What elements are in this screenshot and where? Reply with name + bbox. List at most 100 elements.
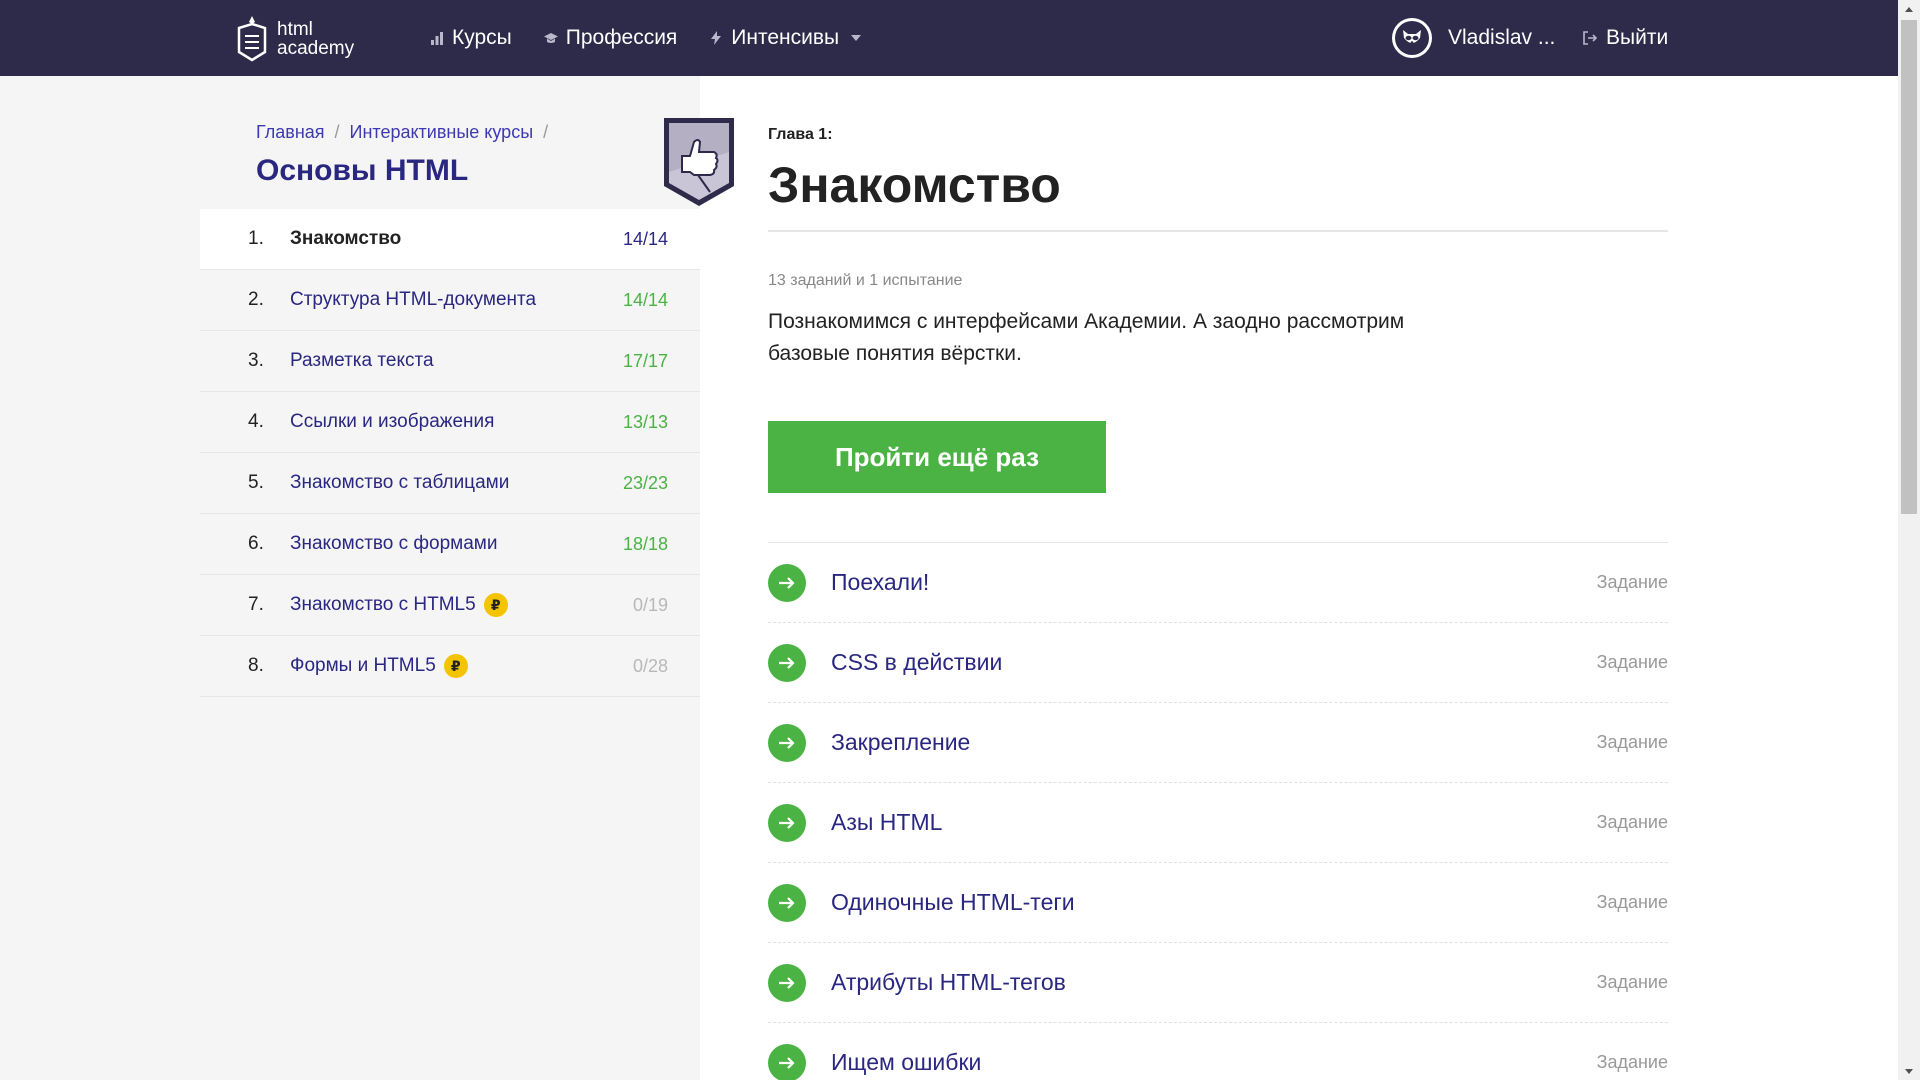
task-row[interactable]: Ищем ошибки Задание (768, 1023, 1668, 1080)
task-type: Задание (1596, 972, 1668, 992)
chapter-item[interactable]: 4. Ссылки и изображения 13/13 (200, 392, 700, 453)
breadcrumb-separator: / (334, 122, 340, 142)
chapter-item[interactable]: 2. Структура HTML-документа 14/14 (200, 270, 700, 331)
chapter-title: Ссылки и изображения (290, 411, 495, 432)
task-title: Азы HTML (831, 809, 943, 835)
chapter-number: 7. (248, 594, 264, 615)
chapter-item[interactable]: 6. Знакомство с формами 18/18 (200, 514, 700, 575)
nav-intensives-label: Интенсивы (731, 26, 840, 49)
task-row[interactable]: Азы HTML Задание (768, 783, 1668, 863)
task-type: Задание (1596, 572, 1668, 592)
chapter-progress: 0/19 (632, 594, 668, 615)
breadcrumb-home[interactable]: Главная (256, 122, 325, 143)
chapter-number: 2. (248, 289, 264, 310)
chapter-progress: 14/14 (622, 289, 668, 310)
breadcrumb: Главная / Интерактивные курсы / (256, 122, 548, 143)
arrow-right-icon (768, 723, 806, 762)
task-title: Закрепление (831, 729, 971, 755)
course-sidebar: Главная / Интерактивные курсы / Основы H… (0, 76, 734, 1080)
logo-icon (237, 16, 267, 62)
arrow-right-icon (768, 1043, 806, 1080)
task-row[interactable]: Атрибуты HTML-тегов Задание (768, 943, 1668, 1023)
course-title: Основы HTML (256, 154, 469, 187)
task-type: Задание (1596, 1052, 1668, 1072)
chapter-label: Глава 1: (768, 126, 833, 143)
chapter-number: 6. (248, 533, 264, 554)
nav-courses-label: Курсы (452, 26, 512, 49)
logout-icon (1583, 31, 1598, 45)
chapter-progress: 0/28 (632, 655, 668, 676)
chapter-progress: 17/17 (622, 350, 668, 371)
user-menu[interactable]: Vladislav ... (1392, 18, 1555, 58)
divider (768, 230, 1668, 232)
scrollbar-thumb[interactable] (1901, 20, 1917, 514)
task-title: Поехали! (831, 569, 930, 595)
chapter-title: Знакомство с формами (290, 533, 498, 554)
task-type: Задание (1596, 892, 1668, 912)
task-list: Поехали! Задание CSS в действии Задание … (768, 542, 1668, 1080)
breadcrumb-separator: / (543, 122, 549, 142)
chapter-number: 4. (248, 411, 264, 432)
top-header: html academy Курсы Профессия Интенсивы V… (0, 0, 1898, 76)
nav-courses[interactable]: Курсы (430, 26, 512, 50)
arrow-right-icon (768, 963, 806, 1002)
chapter-list: 1. Знакомство 14/14 2. Структура HTML-до… (200, 209, 700, 697)
chapter-summary: 13 заданий и 1 испытание (768, 272, 963, 289)
nav-profession[interactable]: Профессия (543, 26, 678, 50)
chapter-number: 5. (248, 472, 264, 493)
nav-intensives[interactable]: Интенсивы (709, 26, 862, 50)
restart-chapter-button[interactable]: Пройти ещё раз (768, 421, 1106, 493)
lightning-icon (711, 31, 722, 45)
thumbs-up-shield-icon (664, 118, 734, 206)
scroll-down-arrow-icon[interactable] (1898, 1062, 1920, 1080)
chapter-title: Знакомство (290, 228, 402, 249)
chapter-item[interactable]: 1. Знакомство 14/14 (200, 209, 700, 270)
chapter-title: Знакомство с таблицами (290, 472, 510, 493)
logo-text-line2: academy (277, 38, 355, 59)
task-type: Задание (1596, 732, 1668, 752)
bars-icon (431, 32, 443, 45)
user-name: Vladislav ... (1448, 26, 1556, 49)
ruble-badge-icon: ₽ (483, 593, 508, 617)
chapter-item[interactable]: 7. Знакомство с HTML5 ₽ 0/19 (200, 575, 700, 636)
arrow-right-icon (768, 803, 806, 842)
task-row[interactable]: Поехали! Задание (768, 543, 1668, 623)
chapter-progress: 13/13 (622, 411, 668, 432)
chapter-progress: 18/18 (622, 533, 668, 554)
chapter-item[interactable]: 8. Формы и HTML5 ₽ 0/28 (200, 636, 700, 697)
task-title: Ищем ошибки (831, 1049, 982, 1075)
chapter-number: 8. (248, 655, 264, 676)
task-row[interactable]: Закрепление Задание (768, 703, 1668, 783)
breadcrumb-interactive-courses[interactable]: Интерактивные курсы (350, 122, 534, 143)
scroll-up-arrow-icon[interactable] (1898, 0, 1920, 18)
arrow-right-icon (768, 883, 806, 922)
arrow-right-icon (768, 563, 806, 602)
logout-button[interactable]: Выйти (1582, 0, 1668, 76)
logo-text-line1: html (277, 19, 313, 40)
chapter-number: 1. (248, 228, 264, 249)
chevron-down-icon (851, 35, 862, 41)
arrow-right-icon (768, 643, 806, 682)
raccoon-avatar-icon (1395, 21, 1429, 55)
nav-profession-label: Профессия (565, 26, 678, 49)
task-row[interactable]: CSS в действии Задание (768, 623, 1668, 703)
task-title: CSS в действии (831, 649, 1003, 675)
graduation-cap-icon (543, 33, 558, 43)
chapter-description: Познакомимся с интерфейсами Академии. А … (768, 310, 1405, 365)
main-nav: Курсы Профессия Интенсивы (430, 0, 862, 76)
logout-label: Выйти (1606, 26, 1669, 49)
chapter-item[interactable]: 5. Знакомство с таблицами 23/23 (200, 453, 700, 514)
task-title: Атрибуты HTML-тегов (831, 969, 1066, 995)
chapter-title: Разметка текста (290, 350, 434, 371)
chapter-item[interactable]: 3. Разметка текста 17/17 (200, 331, 700, 392)
page-scrollbar[interactable] (1898, 0, 1920, 1080)
chapter-title: Знакомство с HTML5 (290, 594, 476, 615)
logo[interactable]: html academy (235, 14, 365, 64)
chapter-progress: 23/23 (622, 472, 668, 493)
task-title: Одиночные HTML-теги (831, 889, 1075, 915)
chapter-heading: Знакомство (768, 157, 1061, 213)
chapter-title: Формы и HTML5 (290, 655, 436, 676)
ruble-badge-icon: ₽ (443, 654, 468, 678)
chapter-progress: 14/14 (622, 228, 668, 249)
task-row[interactable]: Одиночные HTML-теги Задание (768, 863, 1668, 943)
